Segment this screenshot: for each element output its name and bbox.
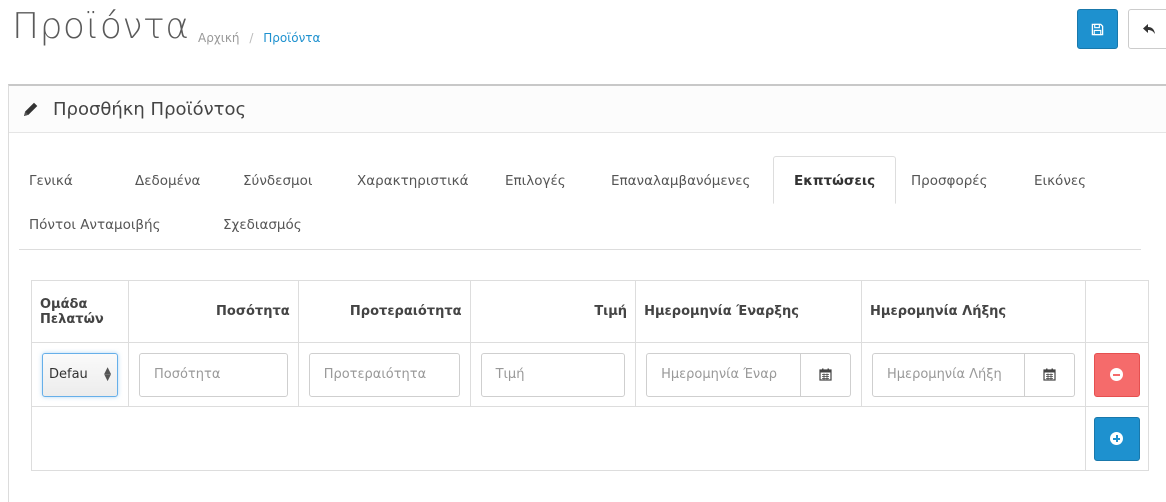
date-end-input[interactable]: Ημερομηνία Λήξη: [872, 352, 1025, 397]
price-input[interactable]: Τιμή: [480, 352, 626, 397]
column-header-actions: [1084, 280, 1150, 343]
tab-options[interactable]: Επιλογές: [505, 173, 566, 189]
add-discount-button[interactable]: [1093, 416, 1140, 461]
table-row: Defau ▲ ▼ Ποσότητα Προτεραιότητα Τιμή Ημε…: [31, 342, 1150, 407]
tab-discounts[interactable]: Εκπτώσεις: [773, 156, 897, 204]
column-header-date-end: Ημερομηνία Λήξης: [861, 280, 1086, 343]
date-end-group: Ημερομηνία Λήξη: [872, 352, 1075, 397]
floppy-disk-icon: [1091, 23, 1104, 35]
pencil-icon: [24, 102, 38, 116]
tab-attributes[interactable]: Χαρακτηριστικά: [357, 173, 469, 189]
breadcrumb: Αρχική / Προϊόντα: [198, 31, 320, 45]
date-end-calendar-button[interactable]: [1024, 352, 1075, 397]
tab-data[interactable]: Δεδομένα: [135, 173, 200, 189]
select-arrows-icon: ▲ ▼: [104, 365, 111, 383]
quantity-input[interactable]: Ποσότητα: [139, 352, 288, 397]
breadcrumb-home-link[interactable]: Αρχική: [198, 31, 240, 45]
column-header-quantity: Ποσότητα: [128, 280, 299, 343]
back-button[interactable]: [1128, 9, 1166, 49]
tab-design[interactable]: Σχεδιασμός: [223, 217, 302, 233]
minus-circle-icon: [1110, 368, 1124, 381]
table-header-row: Ομάδα Πελατών Ποσότητα Προτεραιότητα Τιμ…: [31, 280, 1150, 343]
customer-group-value: Defau: [49, 367, 88, 382]
customer-group-select[interactable]: Defau ▲ ▼: [42, 352, 118, 397]
page-header: Προϊόντα Αρχική / Προϊόντα: [0, 0, 1166, 84]
date-start-group: Ημερομηνία Έναρ: [646, 352, 852, 397]
tab-general[interactable]: Γενικά: [29, 173, 73, 189]
tab-links[interactable]: Σύνδεσμοι: [243, 173, 312, 189]
tab-recurring[interactable]: Επαναλαμβανόμενες: [611, 173, 750, 189]
page-title: Προϊόντα: [12, 6, 190, 47]
column-header-priority: Προτεραιότητα: [297, 280, 471, 343]
tab-images[interactable]: Εικόνες: [1034, 173, 1086, 189]
add-product-panel: Προσθήκη Προϊόντος Γενικά Δεδομένα Σύνδε…: [8, 84, 1166, 502]
column-header-price: Τιμή: [469, 280, 637, 343]
tab-specials[interactable]: Προσφορές: [911, 173, 988, 189]
breadcrumb-products-link[interactable]: Προϊόντα: [263, 31, 320, 45]
reply-arrow-icon: [1143, 24, 1155, 34]
save-button[interactable]: [1077, 9, 1118, 49]
date-start-input[interactable]: Ημερομηνία Έναρ: [646, 352, 802, 397]
calendar-icon: [819, 368, 832, 381]
table-footer-row: [31, 406, 1150, 471]
date-start-calendar-button[interactable]: [801, 352, 852, 397]
tab-reward-points[interactable]: Πόντοι Ανταμοιβής: [29, 217, 161, 233]
calendar-icon: [1043, 368, 1056, 381]
tab-bar: Γενικά Δεδομένα Σύνδεσμοι Χαρακτηριστικά…: [19, 154, 1141, 250]
discount-table: Ομάδα Πελατών Ποσότητα Προτεραιότητα Τιμ…: [31, 280, 1150, 471]
column-header-customer-group: Ομάδα Πελατών: [31, 280, 129, 343]
footer-spacer: [31, 406, 1086, 471]
breadcrumb-separator: /: [249, 31, 254, 45]
panel-title: Προσθήκη Προϊόντος: [53, 98, 247, 120]
panel-heading: Προσθήκη Προϊόντος: [9, 86, 1166, 133]
plus-circle-icon: [1110, 432, 1124, 445]
priority-input[interactable]: Προτεραιότητα: [308, 352, 460, 397]
column-header-date-start: Ημερομηνία Έναρξης: [635, 280, 863, 343]
remove-discount-button[interactable]: [1093, 352, 1140, 397]
